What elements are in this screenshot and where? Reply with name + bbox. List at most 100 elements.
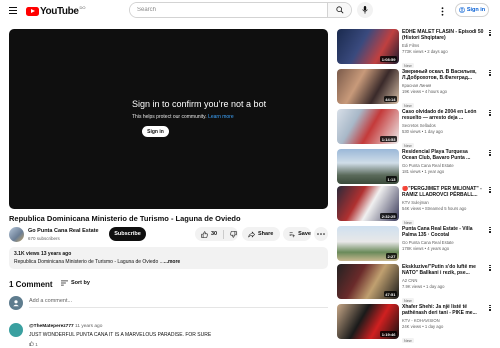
channel-avatar[interactable] [9, 227, 24, 242]
video-title[interactable]: 🔴"PËRGJIMET PËR MILIONAT" - RAMIZ LLADRO… [402, 186, 484, 199]
video-thumbnail[interactable]: 2:27 [337, 226, 399, 261]
video-menu-icon[interactable] [487, 187, 493, 197]
video-player[interactable]: Sign in to confirm you’re not a bot This… [9, 29, 328, 209]
video-thumbnail[interactable]: 47:51 [337, 264, 399, 299]
video-title[interactable]: Residencial Playa Turquesa Ocean Club, B… [402, 149, 484, 162]
bot-check-subtitle-text: This helps protect our community. [132, 114, 207, 120]
video-channel[interactable]: KTV - KOHAVISION [402, 318, 484, 323]
video-channel[interactable]: Secretos Sellados [402, 123, 484, 128]
video-channel[interactable]: Edi Films [402, 43, 484, 48]
video-menu-icon[interactable] [487, 227, 493, 237]
thumbs-down-icon[interactable] [230, 230, 237, 238]
default-user-icon [13, 300, 19, 307]
recommended-video[interactable]: 2:27 Punta Cana Real Estate - Villa Palm… [337, 226, 497, 262]
save-label: Save [298, 231, 311, 237]
video-title[interactable]: Ekskluzive/"Putin s'do luftë me NATO" Ba… [402, 264, 484, 277]
video-duration: 1:13 [385, 176, 397, 182]
video-channel[interactable]: A2 CNN [402, 278, 484, 283]
comment-author-avatar[interactable] [9, 323, 23, 337]
new-badge: New [402, 298, 414, 304]
video-channel[interactable]: Go Punta Cana Real Estate [402, 163, 484, 168]
subscribe-button[interactable]: Subscribe [109, 227, 146, 241]
voice-search-button[interactable] [357, 2, 373, 18]
like-button[interactable]: 30 [201, 230, 217, 238]
video-menu-icon[interactable] [487, 30, 493, 40]
logo-text: YouTube [40, 5, 79, 17]
description-box[interactable]: 3.1K views 13 years ago Republica Domini… [9, 247, 328, 269]
description-snippet: Republica Dominicana Ministerio de Turis… [14, 259, 164, 265]
video-menu-icon[interactable] [487, 150, 493, 160]
video-title[interactable]: EDHE MALET FLASIN - Episodi 50 (Histori … [402, 29, 484, 42]
learn-more-link[interactable]: Learn more [208, 114, 234, 120]
signin-button[interactable]: Sign in [455, 3, 489, 17]
sort-comments-button[interactable]: Sort by [61, 280, 90, 286]
comment-input-underline [29, 307, 328, 308]
video-duration: 47:51 [383, 291, 397, 297]
settings-menu-button[interactable] [436, 5, 448, 17]
video-channel[interactable]: KTV Sulejman [402, 200, 484, 205]
video-thumbnail[interactable]: 1:13 [337, 149, 399, 184]
comment-like-button[interactable]: 1 [29, 341, 38, 347]
video-duration: 1:08:59 [380, 56, 397, 62]
video-menu-icon[interactable] [487, 265, 493, 275]
search-bar [129, 2, 352, 18]
video-menu-icon[interactable] [487, 110, 493, 120]
comment-actions: 1 [29, 341, 38, 347]
video-duration: 1:14:53 [380, 136, 397, 142]
logo-region: DO [79, 4, 86, 10]
comment-count-heading: 1 Comment [9, 280, 53, 289]
video-thumbnail[interactable]: 1:19:46 [337, 304, 399, 339]
recommended-video[interactable]: 1:19:46 Xhafer Shehi: Ja një listë të pa… [337, 304, 497, 344]
share-button[interactable]: Share [242, 227, 280, 241]
new-badge: New [402, 63, 414, 69]
video-thumbnail[interactable]: 1:08:59 [337, 29, 399, 64]
new-badge: New [402, 220, 414, 226]
recommended-video[interactable]: 44:14 Звериный оскал. В Васильев, Л.Добр… [337, 69, 497, 109]
hamburger-menu-icon[interactable] [9, 7, 17, 14]
video-menu-icon[interactable] [487, 305, 493, 315]
video-thumbnail[interactable]: 1:14:53 [337, 109, 399, 144]
video-meta: 54K views • Streamed 5 hours ago [402, 205, 467, 211]
user-avatar [9, 296, 23, 310]
player-signin-button[interactable]: Sign in [142, 126, 169, 137]
recommended-video[interactable]: 1:14:53 Caso olvidado de 2004 en León re… [337, 109, 497, 149]
account-icon [458, 7, 465, 13]
top-bar: YouTube DO Sign in [0, 0, 500, 22]
bot-check-subtitle: This helps protect our community. Learn … [132, 114, 234, 120]
video-thumbnail[interactable]: 2:32:25 [337, 186, 399, 221]
comment-author-name[interactable]: @TheMateperez777 [29, 324, 74, 329]
add-comment-input[interactable]: Add a comment... [29, 298, 72, 304]
save-button[interactable]: Save [283, 227, 311, 241]
youtube-logo[interactable]: YouTube DO [26, 5, 86, 17]
signin-label: Sign in [466, 7, 486, 13]
recommended-video[interactable]: 1:13 Residencial Playa Turquesa Ocean Cl… [337, 149, 497, 185]
video-thumbnail[interactable]: 44:14 [337, 69, 399, 104]
video-title[interactable]: Punta Cana Real Estate - Villa Palma 135… [402, 226, 484, 239]
bot-check-title: Sign in to confirm you’re not a bot [132, 99, 267, 109]
more-actions-button[interactable] [314, 227, 328, 241]
comment-author: @TheMateperez777 11 years ago [29, 324, 102, 329]
search-button[interactable] [327, 3, 351, 17]
comment-time[interactable]: 11 years ago [75, 324, 102, 329]
recommended-video[interactable]: 1:08:59 EDHE MALET FLASIN - Episodi 50 (… [337, 29, 497, 69]
video-channel[interactable]: Красная Линия [402, 83, 484, 88]
video-channel[interactable]: Go Punta Cana Real Estate [402, 240, 484, 245]
new-badge: New [402, 103, 414, 109]
video-title[interactable]: Caso olvidado de 2004 en León resuelto —… [402, 109, 484, 122]
comment-like-count: 1 [35, 342, 38, 347]
recommended-video[interactable]: 47:51 Ekskluzive/"Putin s'do luftë me NA… [337, 264, 497, 304]
video-menu-icon[interactable] [487, 70, 493, 80]
search-input[interactable] [130, 3, 327, 17]
show-more-link[interactable]: ...more [164, 259, 180, 265]
video-meta: 19K views • 4 hours ago [402, 88, 447, 94]
video-title[interactable]: Звериный оскал. В Васильев, Л.Доброхотов… [402, 69, 484, 82]
recommended-video[interactable]: 2:32:25 🔴"PËRGJIMET PËR MILIONAT" - RAMI… [337, 186, 497, 226]
video-duration: 2:27 [385, 253, 397, 259]
video-duration: 2:32:25 [380, 213, 397, 219]
comment-thumbs-up-icon [29, 341, 34, 346]
more-horizontal-icon [317, 233, 325, 235]
thumbs-up-icon [201, 230, 208, 238]
video-duration: 44:14 [383, 96, 397, 102]
channel-name[interactable]: Go Punta Cana Real Estate [28, 228, 99, 234]
video-title[interactable]: Xhafer Shehi: Ja një listë të pathënash … [402, 304, 484, 317]
